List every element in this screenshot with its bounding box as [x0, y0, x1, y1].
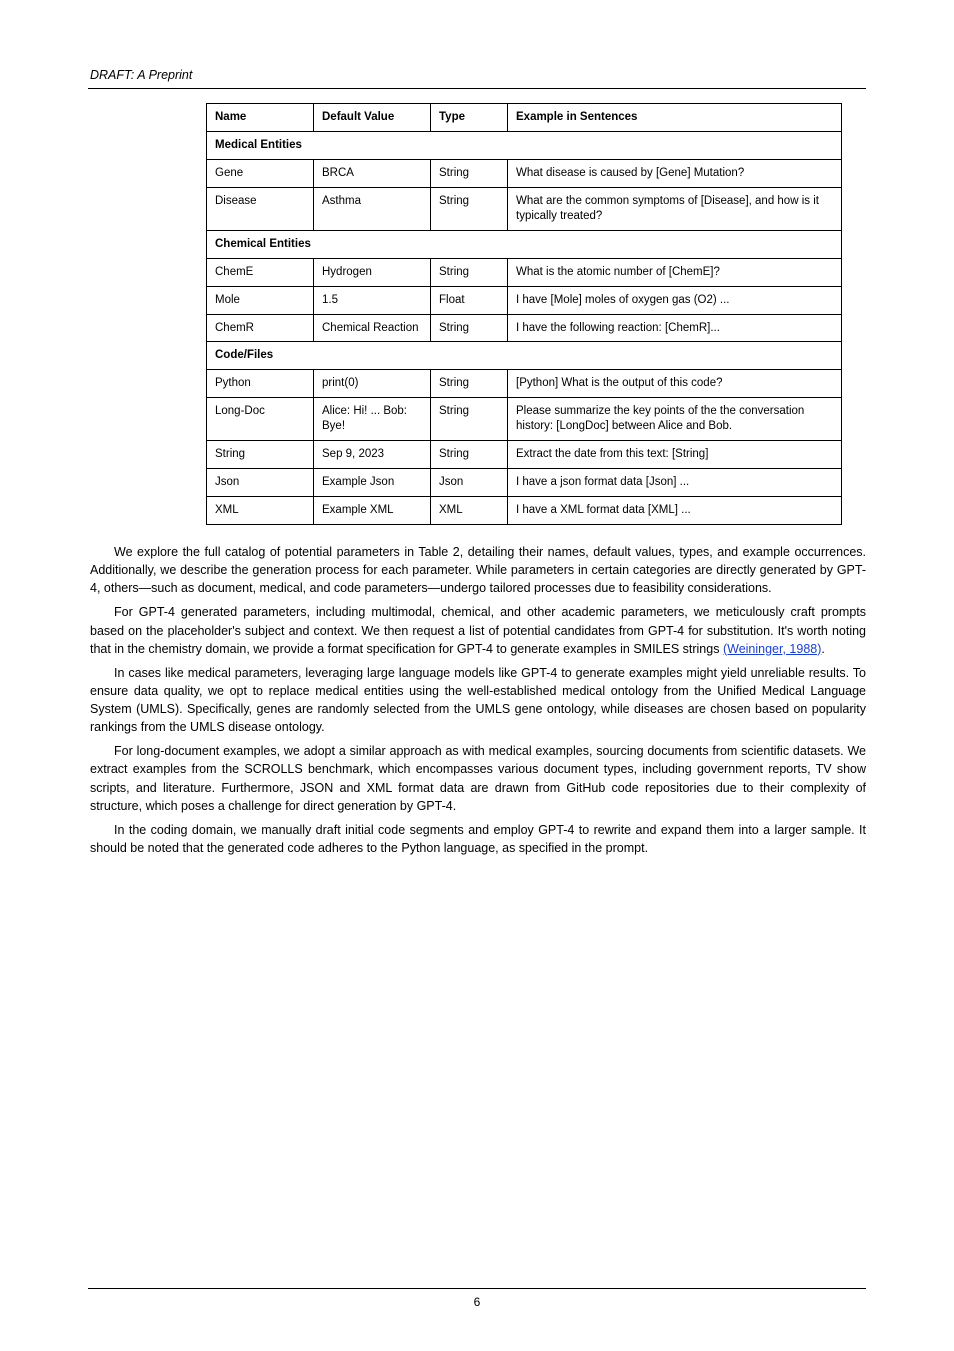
cell-type: String — [431, 370, 508, 398]
section-label: Chemical Entities — [207, 230, 842, 258]
section-row-medical: Medical Entities — [207, 131, 842, 159]
table-row: Disease Asthma String What are the commo… — [207, 187, 842, 230]
cell-example: I have a XML format data [XML] ... — [508, 497, 842, 525]
th-name: Name — [207, 104, 314, 132]
section-row-code: Code/Files — [207, 342, 842, 370]
cell-name: ChemE — [207, 258, 314, 286]
table-row: ChemE Hydrogen String What is the atomic… — [207, 258, 842, 286]
cell-name: Python — [207, 370, 314, 398]
running-header: DRAFT: A Preprint — [90, 68, 866, 82]
table-row: Mole 1.5 Float I have [Mole] moles of ox… — [207, 286, 842, 314]
cell-example: I have [Mole] moles of oxygen gas (O2) .… — [508, 286, 842, 314]
paragraph-text: . — [821, 642, 824, 656]
table-row: ChemR Chemical Reaction String I have th… — [207, 314, 842, 342]
cell-default: Sep 9, 2023 — [314, 441, 431, 469]
cell-type: String — [431, 187, 508, 230]
cell-type: String — [431, 159, 508, 187]
cell-default: BRCA — [314, 159, 431, 187]
cell-default: 1.5 — [314, 286, 431, 314]
cell-example: What is the atomic number of [ChemE]? — [508, 258, 842, 286]
cell-default: Alice: Hi! ... Bob: Bye! — [314, 398, 431, 441]
cell-type: String — [431, 398, 508, 441]
header-rule — [88, 88, 866, 89]
cell-type: String — [431, 314, 508, 342]
section-label: Medical Entities — [207, 131, 842, 159]
paragraph: In the coding domain, we manually draft … — [90, 821, 866, 857]
paragraph: In cases like medical parameters, levera… — [90, 664, 866, 737]
cell-default: Hydrogen — [314, 258, 431, 286]
cell-default: Chemical Reaction — [314, 314, 431, 342]
section-row-chemical: Chemical Entities — [207, 230, 842, 258]
cell-name: ChemR — [207, 314, 314, 342]
cell-name: XML — [207, 497, 314, 525]
cell-name: Disease — [207, 187, 314, 230]
cell-name: Json — [207, 469, 314, 497]
th-type: Type — [431, 104, 508, 132]
cell-example: Please summarize the key points of the t… — [508, 398, 842, 441]
cell-example: I have the following reaction: [ChemR]..… — [508, 314, 842, 342]
cell-type: String — [431, 258, 508, 286]
cell-default: print(0) — [314, 370, 431, 398]
footer-rule — [88, 1288, 866, 1289]
table-row: Python print(0) String [Python] What is … — [207, 370, 842, 398]
table-header-row: Name Default Value Type Example in Sente… — [207, 104, 842, 132]
cell-example: What disease is caused by [Gene] Mutatio… — [508, 159, 842, 187]
cell-example: [Python] What is the output of this code… — [508, 370, 842, 398]
cell-example: I have a json format data [Json] ... — [508, 469, 842, 497]
table-row: Gene BRCA String What disease is caused … — [207, 159, 842, 187]
cell-name: Long-Doc — [207, 398, 314, 441]
cell-type: Float — [431, 286, 508, 314]
cell-type: String — [431, 441, 508, 469]
cell-name: Mole — [207, 286, 314, 314]
body-text: We explore the full catalog of potential… — [90, 543, 866, 857]
table-row: Json Example Json Json I have a json for… — [207, 469, 842, 497]
cell-type: Json — [431, 469, 508, 497]
paragraph: For GPT-4 generated parameters, includin… — [90, 603, 866, 657]
paragraph: For long-document examples, we adopt a s… — [90, 742, 866, 815]
section-label: Code/Files — [207, 342, 842, 370]
cell-example: Extract the date from this text: [String… — [508, 441, 842, 469]
cell-default: Example Json — [314, 469, 431, 497]
table-row: XML Example XML XML I have a XML format … — [207, 497, 842, 525]
cell-name: Gene — [207, 159, 314, 187]
table-row: String Sep 9, 2023 String Extract the da… — [207, 441, 842, 469]
page-number: 6 — [474, 1295, 481, 1309]
th-example: Example in Sentences — [508, 104, 842, 132]
th-default: Default Value — [314, 104, 431, 132]
cell-example: What are the common symptoms of [Disease… — [508, 187, 842, 230]
page-footer: 6 — [88, 1288, 866, 1295]
table-row: Long-Doc Alice: Hi! ... Bob: Bye! String… — [207, 398, 842, 441]
cell-default: Example XML — [314, 497, 431, 525]
citation-link[interactable]: (Weininger, 1988) — [723, 642, 821, 656]
parameter-table: Name Default Value Type Example in Sente… — [206, 103, 842, 525]
cell-type: XML — [431, 497, 508, 525]
cell-name: String — [207, 441, 314, 469]
cell-default: Asthma — [314, 187, 431, 230]
paragraph: We explore the full catalog of potential… — [90, 543, 866, 597]
